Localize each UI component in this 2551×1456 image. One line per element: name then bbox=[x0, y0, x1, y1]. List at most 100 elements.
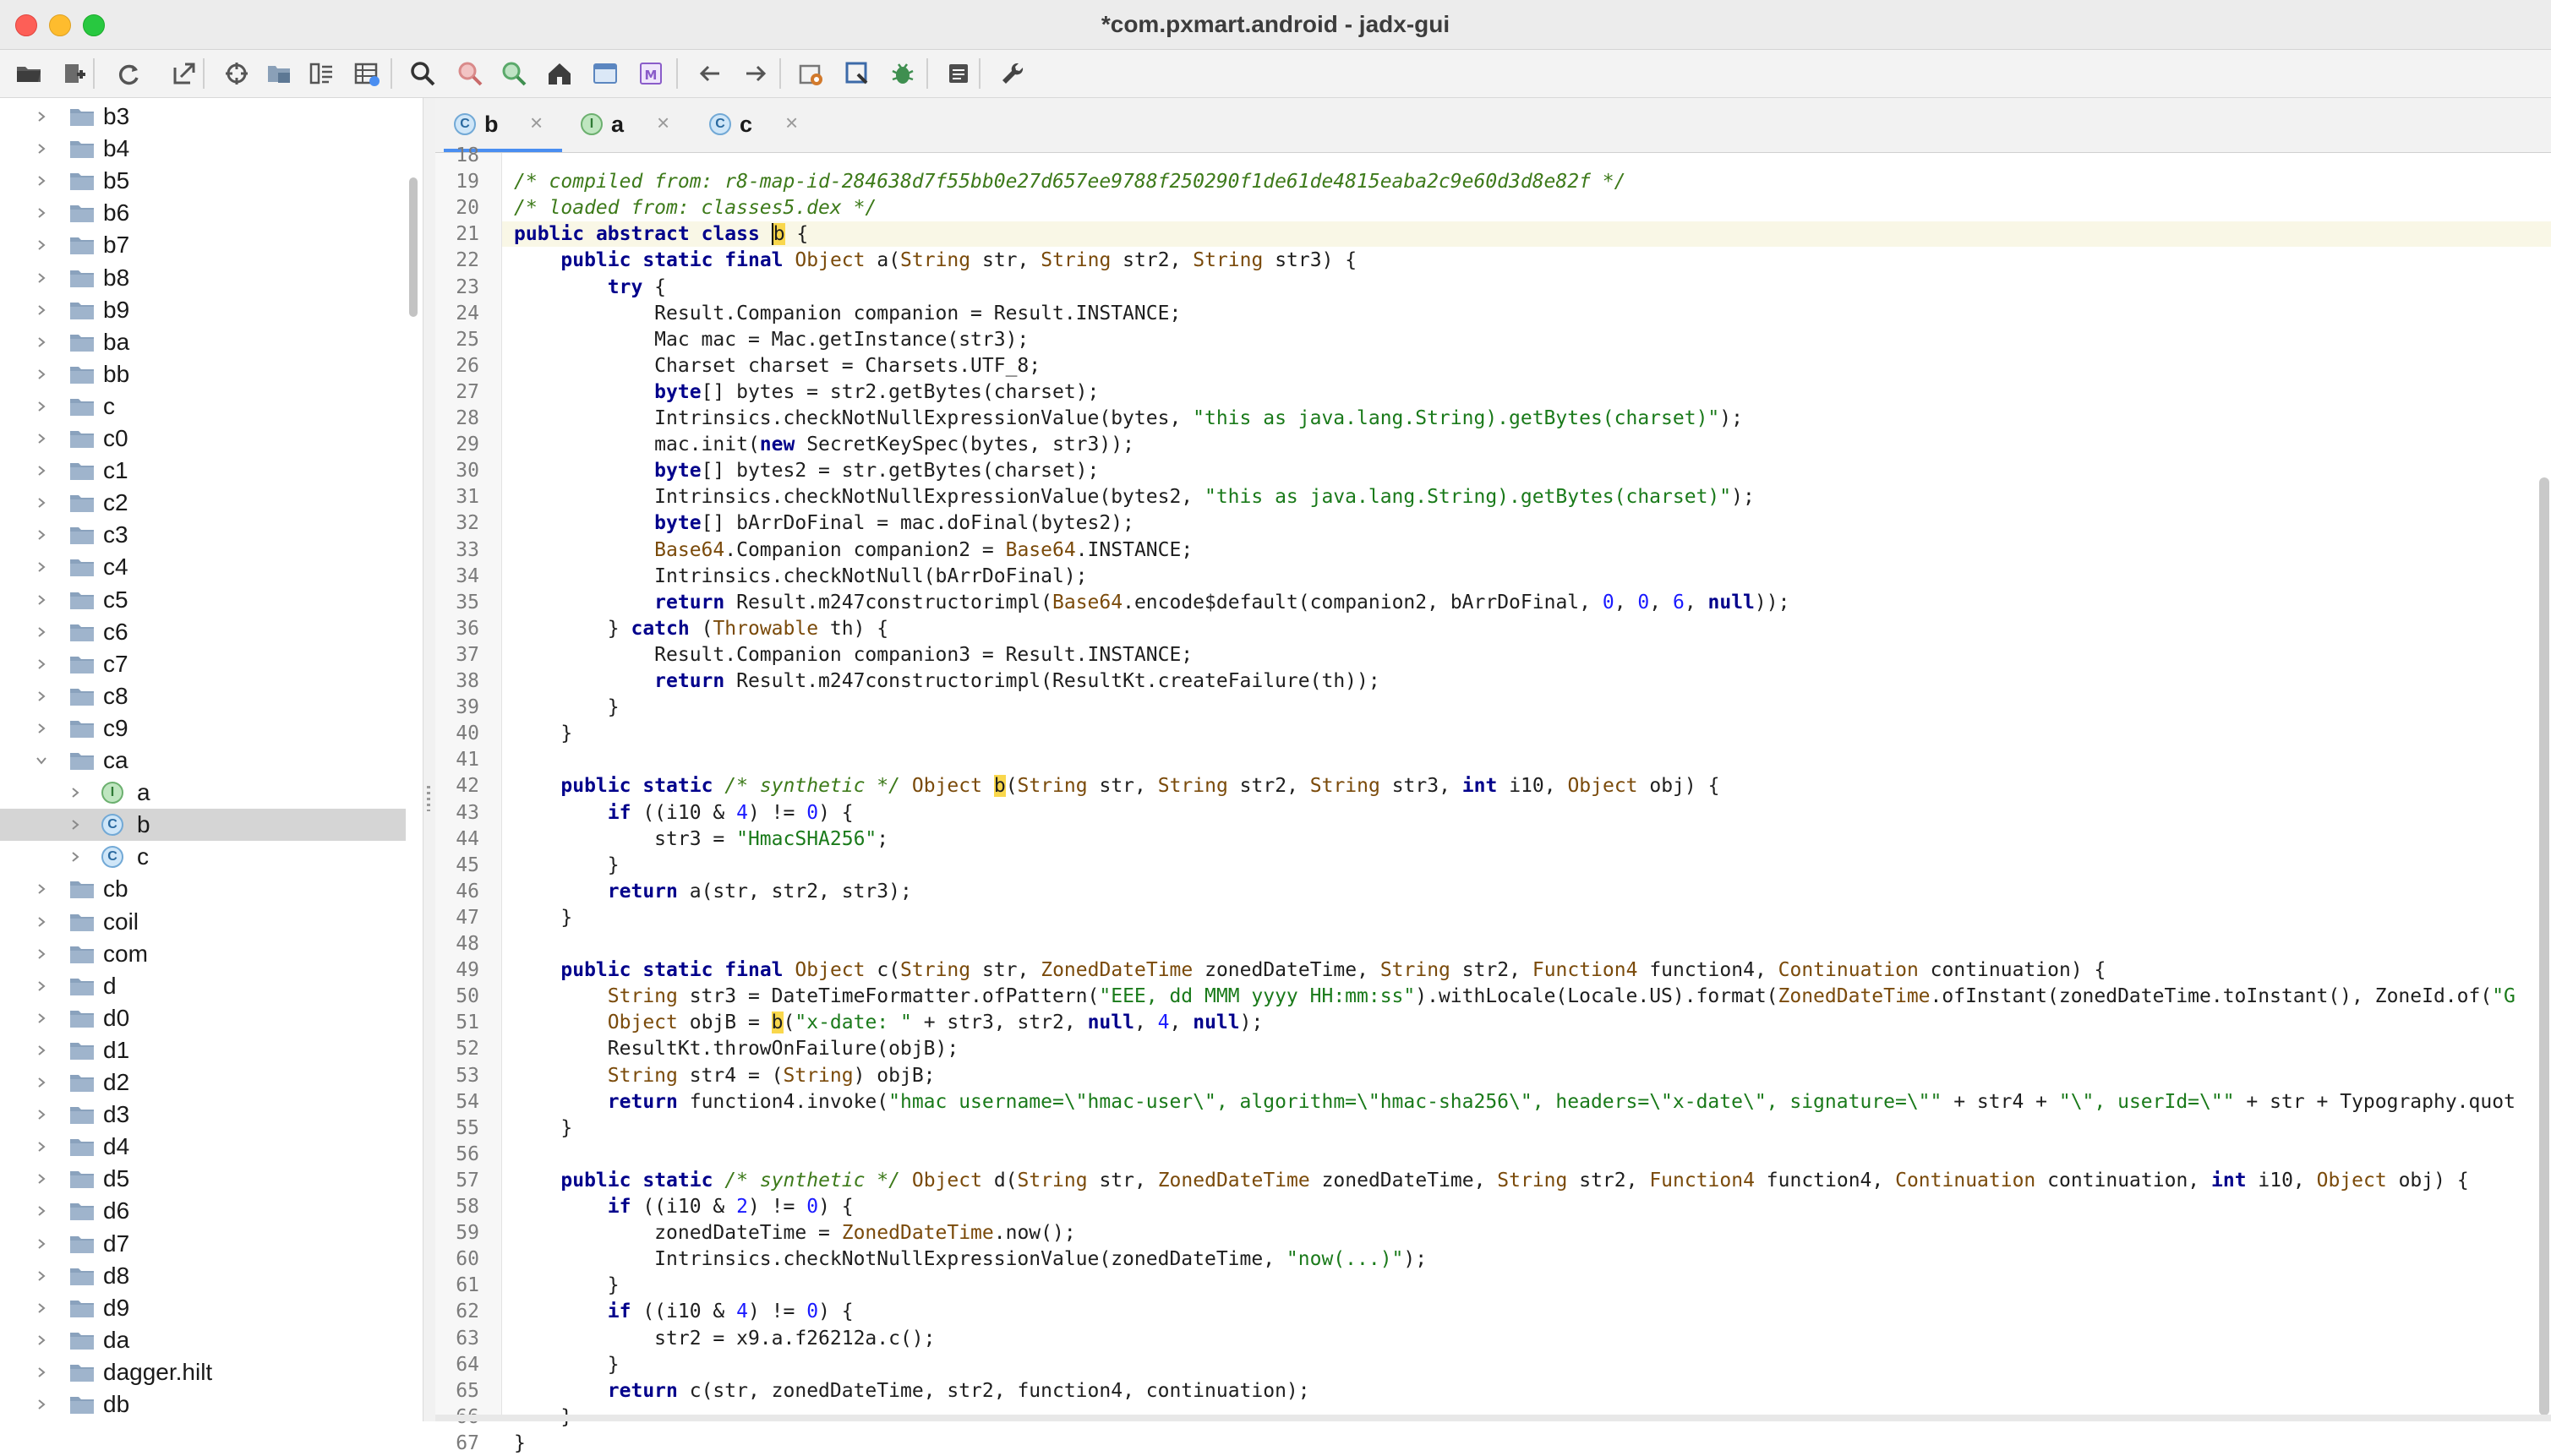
smali-table-button[interactable] bbox=[352, 58, 382, 89]
chevron-right-icon[interactable] bbox=[36, 1173, 47, 1185]
code-line[interactable]: Intrinsics.checkNotNullExpressionValue(z… bbox=[514, 1246, 1427, 1272]
chevron-right-icon[interactable] bbox=[36, 207, 47, 219]
tree-item[interactable]: d6 bbox=[0, 1195, 406, 1227]
tree-item[interactable]: c6 bbox=[0, 616, 406, 648]
tree-item[interactable]: bb bbox=[0, 358, 406, 390]
code-line[interactable]: String str3 = DateTimeFormatter.ofPatter… bbox=[514, 984, 2515, 1009]
chevron-right-icon[interactable] bbox=[36, 1399, 47, 1410]
code-line[interactable]: Result.Companion companion3 = Result.INS… bbox=[514, 642, 1193, 668]
pane-splitter[interactable] bbox=[423, 98, 436, 1421]
code-line[interactable]: byte[] bytes2 = str.getBytes(charset); bbox=[514, 458, 1099, 483]
chevron-right-icon[interactable] bbox=[36, 111, 47, 123]
code-line[interactable]: Base64.Companion companion2 = Base64.INS… bbox=[514, 537, 1193, 563]
chevron-right-icon[interactable] bbox=[36, 304, 47, 316]
code-line[interactable]: Intrinsics.checkNotNullExpressionValue(b… bbox=[514, 406, 1743, 431]
comment-search-button[interactable] bbox=[499, 58, 529, 89]
tree-item[interactable]: c7 bbox=[0, 648, 406, 680]
code-line[interactable]: return function4.invoke("hmac username=\… bbox=[514, 1089, 2515, 1115]
code-line[interactable]: return c(str, zonedDateTime, str2, funct… bbox=[514, 1378, 1310, 1404]
code-line[interactable]: public static final Object c(String str,… bbox=[514, 957, 2106, 983]
tree-item[interactable]: dagger.hilt bbox=[0, 1356, 406, 1388]
chevron-right-icon[interactable] bbox=[36, 1366, 47, 1378]
chevron-right-icon[interactable] bbox=[36, 239, 47, 251]
code-line[interactable]: Intrinsics.checkNotNull(bArrDoFinal); bbox=[514, 564, 1087, 589]
code-line[interactable]: Result.Companion companion = Result.INST… bbox=[514, 301, 1181, 326]
code-line[interactable]: return a(str, str2, str3); bbox=[514, 879, 912, 904]
code-line[interactable]: ResultKt.throwOnFailure(objB); bbox=[514, 1036, 959, 1061]
back-button[interactable] bbox=[695, 58, 725, 89]
tree-item[interactable]: c9 bbox=[0, 712, 406, 744]
tree-item[interactable]: b3 bbox=[0, 101, 406, 133]
settings-wrench-button[interactable] bbox=[997, 58, 1028, 89]
code-editor[interactable]: 18 19 20 21 22 23 24 25 26 27 28 29 30 31 32 33 34 35 36 37… bbox=[435, 145, 2551, 1454]
tree-item[interactable]: c bbox=[0, 390, 406, 423]
chevron-right-icon[interactable] bbox=[36, 401, 47, 412]
class-tree[interactable]: b3 b4 b5 b6 b7 b8 b9 ba bb c c0 c1 c2 c3 c4 c5 c6 c7 c8 c9 c… bbox=[0, 98, 423, 1421]
code-line[interactable]: return Result.m247constructorimpl(Base64… bbox=[514, 590, 1789, 615]
class-search-button[interactable] bbox=[455, 58, 485, 89]
tree-item[interactable]: d4 bbox=[0, 1131, 406, 1163]
tree-item[interactable]: Cc bbox=[0, 841, 406, 873]
tree-item[interactable]: c0 bbox=[0, 423, 406, 455]
chevron-right-icon[interactable] bbox=[36, 1270, 47, 1282]
chevron-right-icon[interactable] bbox=[36, 1012, 47, 1024]
tree-item[interactable]: c2 bbox=[0, 487, 406, 519]
code-line[interactable]: public abstract class b { bbox=[514, 221, 808, 247]
code-line[interactable]: Object objB = b("x-date: " + str3, str2,… bbox=[514, 1010, 1263, 1035]
tree-item[interactable]: cb bbox=[0, 873, 406, 905]
tree-item[interactable]: c8 bbox=[0, 680, 406, 712]
chevron-right-icon[interactable] bbox=[69, 819, 81, 831]
chevron-right-icon[interactable] bbox=[36, 561, 47, 573]
chevron-right-icon[interactable] bbox=[36, 980, 47, 992]
home-button[interactable] bbox=[544, 58, 575, 89]
tree-item[interactable]: c5 bbox=[0, 584, 406, 616]
code-line[interactable]: /* loaded from: classes5.dex */ bbox=[514, 195, 877, 221]
tree-item[interactable]: db bbox=[0, 1388, 406, 1421]
chevron-right-icon[interactable] bbox=[36, 497, 47, 509]
tree-item[interactable]: b9 bbox=[0, 294, 406, 326]
tree-item[interactable]: d bbox=[0, 970, 406, 1002]
close-tab-icon[interactable]: × bbox=[657, 110, 669, 136]
chevron-right-icon[interactable] bbox=[36, 465, 47, 477]
sync-tree-button[interactable] bbox=[221, 58, 252, 89]
tree-item[interactable]: com bbox=[0, 938, 406, 970]
code-line[interactable]: try { bbox=[514, 275, 666, 300]
tree-item[interactable]: b4 bbox=[0, 133, 406, 165]
tree-item[interactable]: b6 bbox=[0, 197, 406, 229]
chevron-right-icon[interactable] bbox=[36, 658, 47, 670]
code-line[interactable]: } bbox=[514, 695, 620, 720]
code-line[interactable]: } bbox=[514, 853, 620, 878]
code-line[interactable]: zonedDateTime = ZonedDateTime.now(); bbox=[514, 1220, 1076, 1246]
tree-item[interactable]: d3 bbox=[0, 1099, 406, 1131]
chevron-right-icon[interactable] bbox=[36, 1302, 47, 1314]
horizontal-scrollbar-track[interactable] bbox=[435, 1415, 2551, 1421]
tree-item[interactable]: c3 bbox=[0, 519, 406, 551]
chevron-right-icon[interactable] bbox=[36, 690, 47, 702]
forward-button[interactable] bbox=[740, 58, 771, 89]
code-line[interactable]: public static /* synthetic */ Object b(S… bbox=[514, 773, 1719, 799]
code-line[interactable]: } bbox=[514, 1352, 620, 1377]
editor-scrollbar[interactable] bbox=[2539, 477, 2549, 1415]
chevron-right-icon[interactable] bbox=[36, 175, 47, 187]
chevron-right-icon[interactable] bbox=[36, 1334, 47, 1346]
tree-scrollbar[interactable] bbox=[409, 177, 418, 317]
decompile-all-button[interactable] bbox=[842, 58, 872, 89]
chevron-right-icon[interactable] bbox=[36, 723, 47, 734]
chevron-right-icon[interactable] bbox=[36, 1141, 47, 1153]
tree-item[interactable]: d5 bbox=[0, 1163, 406, 1195]
flatten-packages-button[interactable] bbox=[264, 58, 294, 89]
code-line[interactable]: if ((i10 & 4) != 0) { bbox=[514, 1299, 854, 1324]
code-line[interactable]: mac.init(new SecretKeySpec(bytes, str3))… bbox=[514, 432, 1134, 457]
chevron-right-icon[interactable] bbox=[36, 1044, 47, 1056]
chevron-right-icon[interactable] bbox=[36, 143, 47, 155]
code-line[interactable]: str2 = x9.a.f26212a.c(); bbox=[514, 1326, 935, 1351]
log-viewer-button[interactable] bbox=[943, 58, 974, 89]
code-line[interactable]: str3 = "HmacSHA256"; bbox=[514, 826, 888, 852]
tab-c[interactable]: Cc × bbox=[699, 98, 817, 152]
code-line[interactable]: /* compiled from: r8-map-id-284638d7f55b… bbox=[514, 169, 1625, 194]
tree-item[interactable]: b7 bbox=[0, 229, 406, 261]
chevron-right-icon[interactable] bbox=[36, 529, 47, 541]
tree-item[interactable]: d9 bbox=[0, 1292, 406, 1324]
code-line[interactable]: } bbox=[514, 1431, 526, 1456]
tree-item[interactable]: Ia bbox=[0, 777, 406, 809]
